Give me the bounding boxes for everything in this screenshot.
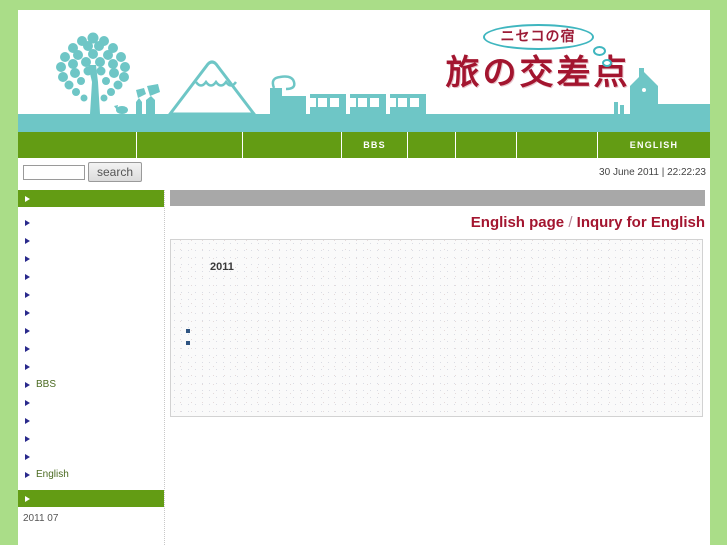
- chevron-right-icon: [25, 238, 30, 244]
- sidebar-item-7[interactable]: [18, 322, 164, 340]
- sidebar-item-14[interactable]: [18, 448, 164, 466]
- breadcrumb-parent[interactable]: English page: [471, 214, 564, 231]
- chevron-right-icon: [25, 292, 30, 298]
- search-button[interactable]: search: [88, 162, 143, 182]
- sidebar-item-5[interactable]: [18, 286, 164, 304]
- chevron-right-icon: [25, 364, 30, 370]
- content-heading: 2011: [210, 261, 234, 273]
- nav-item-7[interactable]: [517, 132, 598, 158]
- nav-item-5[interactable]: [408, 132, 456, 158]
- page-container: ニセコの宿 旅の交差点 BBS ENGLISH search 30 June 2…: [18, 10, 710, 545]
- sidebar-section-header-top[interactable]: [18, 190, 164, 207]
- nav-item-bbs[interactable]: BBS: [342, 132, 408, 158]
- chevron-right-icon: [25, 256, 30, 262]
- breadcrumb: English page / Inqury for English: [471, 214, 705, 231]
- sidebar-item-8[interactable]: [18, 340, 164, 358]
- main-content: English page / Inqury for English 2011: [165, 190, 710, 545]
- search-and-date-row: search 30 June 2011 | 22:22:23: [18, 158, 710, 190]
- chevron-right-icon: [25, 196, 30, 202]
- sidebar-item-12[interactable]: [18, 412, 164, 430]
- chevron-right-icon: [25, 310, 30, 316]
- datetime-display: 30 June 2011 | 22:22:23: [599, 167, 706, 178]
- sidebar-item-13[interactable]: [18, 430, 164, 448]
- sidebar-item-english[interactable]: English: [18, 466, 164, 484]
- sidebar-item-1[interactable]: [18, 214, 164, 232]
- sidebar-item-11[interactable]: [18, 394, 164, 412]
- chevron-right-icon: [25, 274, 30, 280]
- body-columns: BBS English 2011 07 English page / Inqur…: [18, 190, 710, 545]
- search-input[interactable]: [23, 165, 85, 180]
- nav-item-2[interactable]: [137, 132, 243, 158]
- chevron-right-icon: [25, 382, 30, 388]
- sidebar: BBS English 2011 07: [18, 190, 165, 545]
- nav-item-english-label: ENGLISH: [629, 140, 679, 150]
- breadcrumb-separator: /: [568, 214, 573, 231]
- chevron-right-icon: [25, 454, 30, 460]
- bullet-square-icon: [186, 329, 190, 333]
- sidebar-item-bbs[interactable]: BBS: [18, 376, 164, 394]
- nav-item-3[interactable]: [243, 132, 342, 158]
- sidebar-item-4[interactable]: [18, 268, 164, 286]
- sidebar-item-3[interactable]: [18, 250, 164, 268]
- sidebar-item-2[interactable]: [18, 232, 164, 250]
- chevron-right-icon: [25, 346, 30, 352]
- nav-item-6[interactable]: [456, 132, 517, 158]
- breadcrumb-current: Inqury for English: [576, 214, 705, 231]
- chevron-right-icon: [25, 328, 30, 334]
- bullet-square-icon: [186, 341, 190, 345]
- site-header: ニセコの宿 旅の交差点: [18, 10, 710, 132]
- nav-item-english[interactable]: ENGLISH: [598, 132, 710, 158]
- sidebar-section-header-bottom[interactable]: [18, 490, 164, 507]
- chevron-right-icon: [25, 496, 30, 502]
- main-navigation: BBS ENGLISH: [18, 132, 710, 158]
- content-panel: 2011: [170, 239, 703, 417]
- header-illustration-svg: [18, 32, 710, 132]
- sidebar-archive-date[interactable]: 2011 07: [18, 508, 164, 530]
- content-top-gray-bar: [170, 190, 705, 206]
- chevron-right-icon: [25, 436, 30, 442]
- sidebar-item-6[interactable]: [18, 304, 164, 322]
- chevron-right-icon: [25, 220, 30, 226]
- sidebar-item-bbs-label: BBS: [36, 379, 57, 390]
- chevron-right-icon: [25, 400, 30, 406]
- chevron-right-icon: [25, 418, 30, 424]
- nav-item-1[interactable]: [18, 132, 137, 158]
- nav-item-bbs-label: BBS: [363, 140, 386, 150]
- sidebar-item-english-label: English: [36, 469, 69, 480]
- chevron-right-icon: [25, 472, 30, 478]
- sidebar-item-9[interactable]: [18, 358, 164, 376]
